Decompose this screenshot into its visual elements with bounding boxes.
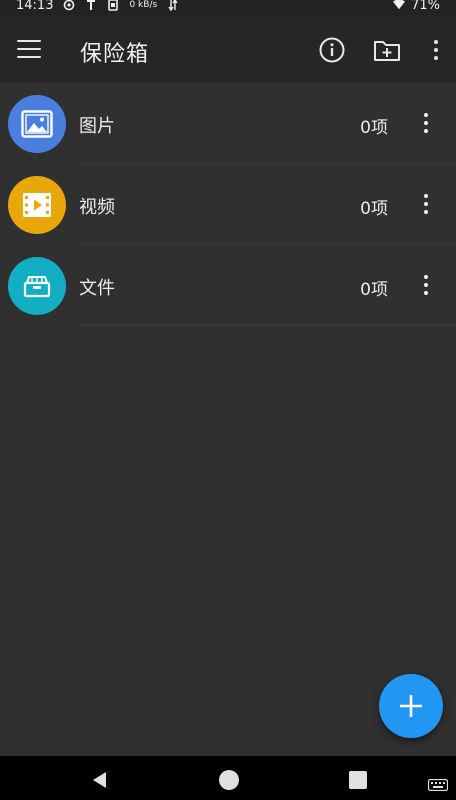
item-more-icon[interactable] (420, 192, 432, 216)
folder-add-icon[interactable] (373, 37, 401, 63)
add-button[interactable] (379, 674, 443, 738)
list-item-files[interactable]: 文件 0项 (0, 245, 456, 326)
menu-icon[interactable] (17, 40, 41, 60)
nav-bar (0, 756, 456, 800)
status-bar: 14:13 0 kB/s 71% (0, 0, 456, 16)
vault-list: 图片 0项 视频 0项 文件 0项 (0, 83, 456, 326)
item-count: 0项 (360, 118, 388, 138)
file-box-icon (8, 257, 66, 315)
settings-status-icon (63, 0, 75, 11)
item-count: 0项 (360, 280, 388, 300)
net-speed: 0 kB/s (129, 0, 158, 10)
page-title: 保险箱 (80, 42, 150, 67)
wifi-icon (393, 0, 406, 11)
item-more-icon[interactable] (420, 111, 432, 135)
item-label: 视频 (79, 197, 115, 218)
list-item-images[interactable]: 图片 0项 (0, 83, 456, 164)
item-more-icon[interactable] (420, 273, 432, 297)
status-right: 71% (393, 0, 440, 13)
app-bar: 保险箱 (0, 16, 456, 83)
keyboard-icon[interactable] (427, 776, 449, 792)
image-icon (8, 95, 66, 153)
recents-icon[interactable] (349, 771, 367, 789)
data-transfer-icon (167, 0, 179, 11)
sd-card-status-icon (107, 0, 119, 11)
battery-level: 71% (411, 0, 440, 13)
status-time: 14:13 (16, 0, 54, 13)
divider (78, 325, 456, 326)
plus-icon (400, 695, 422, 717)
usb-status-icon (85, 0, 97, 11)
video-icon (8, 176, 66, 234)
item-count: 0项 (360, 199, 388, 219)
more-vert-icon[interactable] (428, 38, 444, 62)
status-left: 14:13 0 kB/s (16, 0, 179, 13)
list-item-videos[interactable]: 视频 0项 (0, 164, 456, 245)
home-icon[interactable] (219, 770, 239, 790)
item-label: 文件 (79, 278, 115, 299)
item-label: 图片 (79, 116, 115, 137)
info-icon[interactable] (319, 37, 345, 63)
back-icon[interactable] (90, 770, 110, 790)
